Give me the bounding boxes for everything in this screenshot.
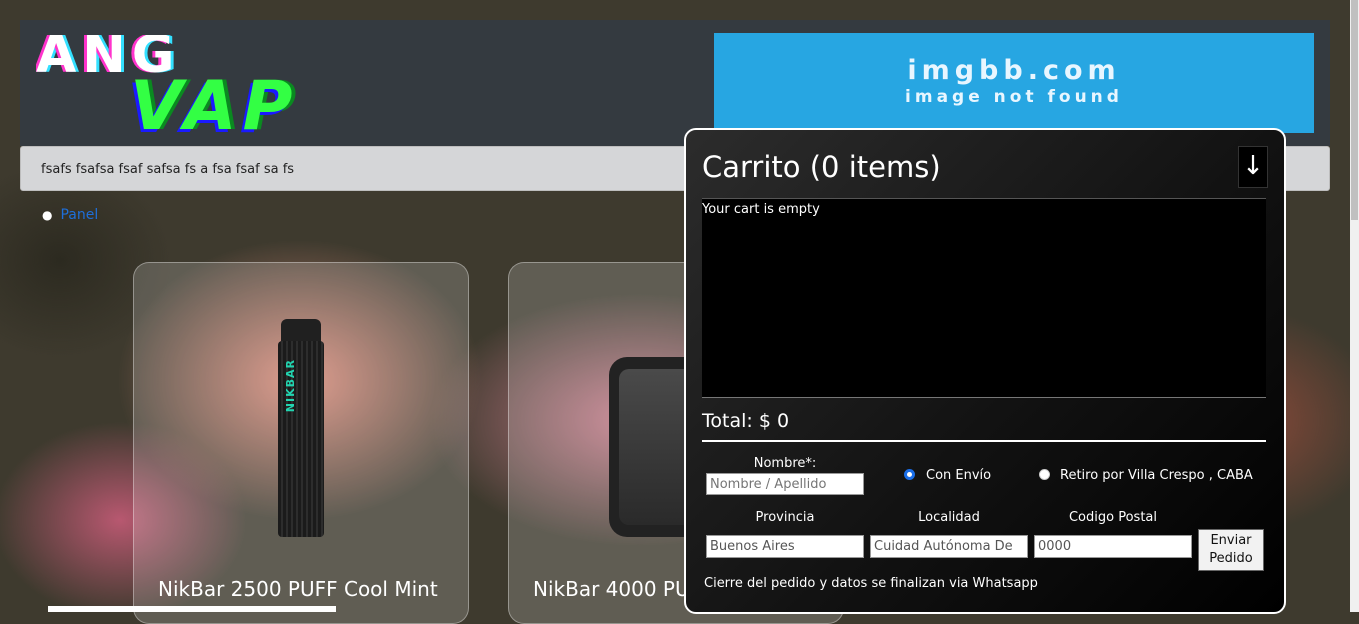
shipping-label-con-envio: Con Envío — [926, 468, 992, 483]
send-order-button[interactable]: Enviar Pedido — [1198, 529, 1264, 571]
announcement-text: fsafs fsafsa fsaf safsa fs a fsa fsaf sa… — [41, 162, 295, 177]
city-input[interactable] — [870, 535, 1028, 558]
postal-input[interactable] — [1034, 535, 1192, 558]
product-title[interactable]: NikBar 2500 PUFF Cool Mint — [158, 577, 438, 601]
whatsapp-note: Cierre del pedido y datos se finalizan v… — [704, 576, 1038, 591]
name-label: Nombre*: — [753, 456, 817, 471]
cart-empty-message: Your cart is empty — [702, 202, 820, 217]
cart-total: Total: $ 0 — [702, 410, 790, 432]
banner-image-placeholder: imgbb.com image not found — [714, 33, 1314, 133]
shipping-radio-retiro[interactable] — [1039, 469, 1050, 480]
cart-panel: Carrito (0 items) ↓ Your cart is empty T… — [684, 128, 1286, 614]
scrollbar-thumb[interactable] — [1351, 0, 1358, 220]
province-label: Provincia — [755, 510, 815, 525]
cart-items-list: Your cart is empty — [702, 198, 1266, 398]
name-input[interactable] — [706, 473, 864, 495]
nav-link-panel[interactable]: Panel — [60, 207, 98, 223]
bullet-icon: ● — [42, 208, 53, 222]
bottom-strip — [48, 606, 336, 612]
banner-line-2: image not found — [905, 87, 1123, 107]
product-image: NIKBAR — [278, 319, 324, 537]
send-order-label-1: Enviar — [1210, 533, 1252, 548]
product-image — [609, 357, 689, 537]
shipping-radio-con-envio[interactable] — [904, 469, 915, 480]
send-order-label-2: Pedido — [1209, 551, 1253, 566]
site-logo[interactable]: ANG VAP — [36, 35, 336, 133]
banner-line-1: imgbb.com — [907, 55, 1121, 86]
shipping-label-retiro: Retiro por Villa Crespo , CABA — [1060, 468, 1253, 483]
divider — [702, 440, 1266, 442]
cart-title: Carrito (0 items) — [702, 150, 941, 184]
nav-list: ● Panel — [42, 207, 98, 223]
province-input[interactable] — [706, 535, 864, 558]
arrow-down-icon[interactable]: ↓ — [1238, 146, 1268, 188]
product-brand-label: NIKBAR — [284, 359, 297, 413]
postal-label: Codigo Postal — [1068, 510, 1157, 525]
product-card[interactable]: NIKBAR NikBar 2500 PUFF Cool Mint — [133, 262, 469, 624]
page-scrollbar[interactable] — [1350, 0, 1359, 612]
city-label: Localidad — [918, 510, 980, 525]
logo-text-bottom: VAP — [130, 67, 299, 133]
